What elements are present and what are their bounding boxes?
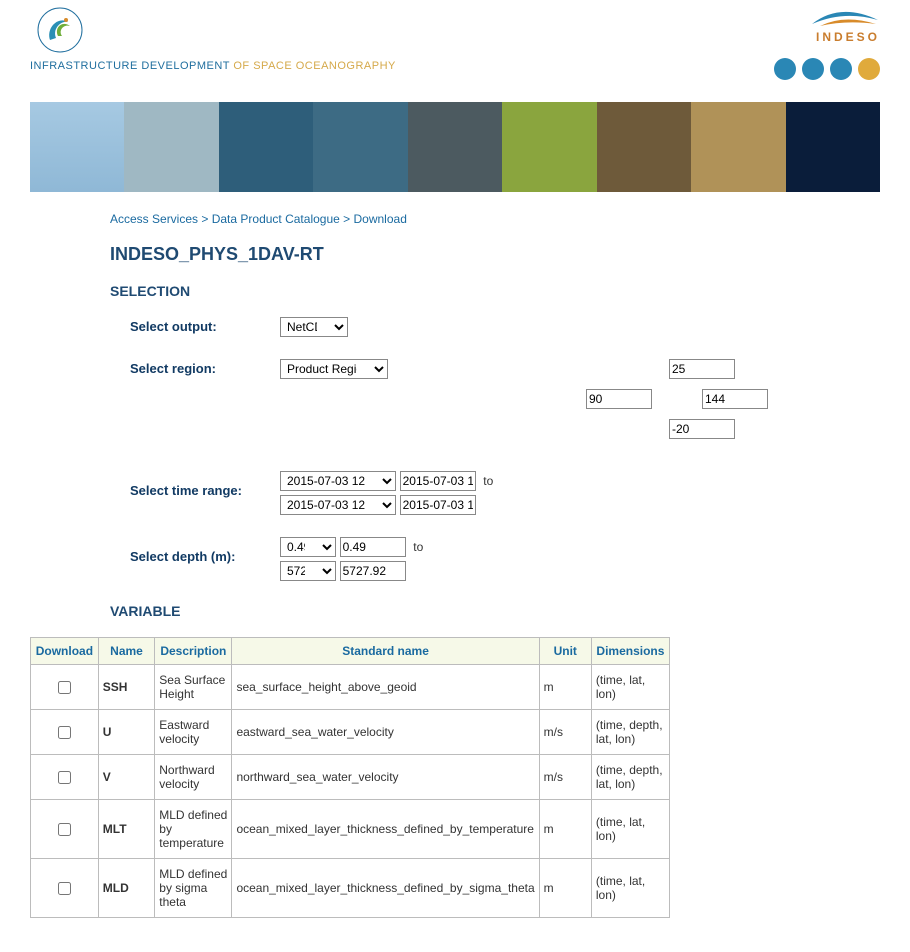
table-row: UEastward velocityeastward_sea_water_vel… <box>31 710 670 755</box>
section-selection: SELECTION <box>110 283 870 299</box>
th-name: Name <box>98 638 155 665</box>
var-std: ocean_mixed_layer_thickness_defined_by_s… <box>232 859 539 918</box>
var-std: eastward_sea_water_velocity <box>232 710 539 755</box>
section-variable: VARIABLE <box>110 603 870 619</box>
time-end-input[interactable] <box>400 495 476 515</box>
depth-max-select[interactable]: 5727.92 <box>280 561 336 581</box>
th-std: Standard name <box>232 638 539 665</box>
crumb-download[interactable]: Download <box>354 212 407 226</box>
var-name: V <box>98 755 155 800</box>
time-start-input[interactable] <box>400 471 476 491</box>
sun-icon[interactable] <box>858 58 880 80</box>
var-dim: (time, lat, lon) <box>591 800 669 859</box>
product-title: INDESO_PHYS_1DAV-RT <box>110 244 870 265</box>
var-name: MLD <box>98 859 155 918</box>
region-east-input[interactable] <box>702 389 768 409</box>
var-std: sea_surface_height_above_geoid <box>232 665 539 710</box>
var-name: MLT <box>98 800 155 859</box>
output-select[interactable]: NetCDF <box>280 317 348 337</box>
var-name: U <box>98 710 155 755</box>
brand-text: INDESO <box>774 30 880 44</box>
th-desc: Description <box>155 638 232 665</box>
page-header: INFRASTRUCTURE DEVELOPMENT OF SPACE OCEA… <box>30 0 880 98</box>
indeso-logo <box>810 6 880 30</box>
ocean-icon[interactable] <box>774 58 796 80</box>
var-unit: m/s <box>539 755 591 800</box>
ministry-logo <box>36 6 84 54</box>
crumb-access-services[interactable]: Access Services <box>110 212 198 226</box>
var-desc: MLD defined by sigma theta <box>155 859 232 918</box>
label-region: Select region: <box>130 359 280 376</box>
time-start-select[interactable]: 2015-07-03 12:00:00 <box>280 471 396 491</box>
table-row: VNorthward velocitynorthward_sea_water_v… <box>31 755 670 800</box>
var-desc: Eastward velocity <box>155 710 232 755</box>
wave-icon[interactable] <box>830 58 852 80</box>
time-end-select[interactable]: 2015-07-03 12:00:00 <box>280 495 396 515</box>
variable-table: Download Name Description Standard name … <box>30 637 670 918</box>
var-checkbox[interactable] <box>58 771 71 784</box>
th-download: Download <box>31 638 99 665</box>
table-row: MLTMLD defined by temperatureocean_mixed… <box>31 800 670 859</box>
table-row: SSHSea Surface Heightsea_surface_height_… <box>31 665 670 710</box>
tagline: INFRASTRUCTURE DEVELOPMENT OF SPACE OCEA… <box>30 60 396 72</box>
var-unit: m <box>539 800 591 859</box>
var-desc: Northward velocity <box>155 755 232 800</box>
var-unit: m <box>539 665 591 710</box>
var-checkbox[interactable] <box>58 681 71 694</box>
var-checkbox[interactable] <box>58 823 71 836</box>
label-output: Select output: <box>130 317 280 334</box>
th-unit: Unit <box>539 638 591 665</box>
th-dim: Dimensions <box>591 638 669 665</box>
var-dim: (time, depth, lat, lon) <box>591 710 669 755</box>
region-north-input[interactable] <box>669 359 735 379</box>
var-unit: m/s <box>539 710 591 755</box>
var-dim: (time, lat, lon) <box>591 859 669 918</box>
var-unit: m <box>539 859 591 918</box>
table-row: MLDMLD defined by sigma thetaocean_mixed… <box>31 859 670 918</box>
var-name: SSH <box>98 665 155 710</box>
hero-banner <box>30 102 880 192</box>
var-dim: (time, depth, lat, lon) <box>591 755 669 800</box>
var-desc: Sea Surface Height <box>155 665 232 710</box>
var-checkbox[interactable] <box>58 726 71 739</box>
breadcrumb: Access Services > Data Product Catalogue… <box>110 212 870 226</box>
region-west-input[interactable] <box>586 389 652 409</box>
var-std: northward_sea_water_velocity <box>232 755 539 800</box>
var-dim: (time, lat, lon) <box>591 665 669 710</box>
var-checkbox[interactable] <box>58 882 71 895</box>
crumb-catalogue[interactable]: Data Product Catalogue <box>212 212 340 226</box>
region-mode-select[interactable]: Product Region <box>280 359 388 379</box>
depth-max-input[interactable] <box>340 561 406 581</box>
depth-min-select[interactable]: 0.49 <box>280 537 336 557</box>
label-depth: Select depth (m): <box>130 537 280 564</box>
header-quick-icons <box>774 58 880 80</box>
var-std: ocean_mixed_layer_thickness_defined_by_t… <box>232 800 539 859</box>
depth-min-input[interactable] <box>340 537 406 557</box>
var-desc: MLD defined by temperature <box>155 800 232 859</box>
region-south-input[interactable] <box>669 419 735 439</box>
label-time: Select time range: <box>130 471 280 498</box>
fish-icon[interactable] <box>802 58 824 80</box>
